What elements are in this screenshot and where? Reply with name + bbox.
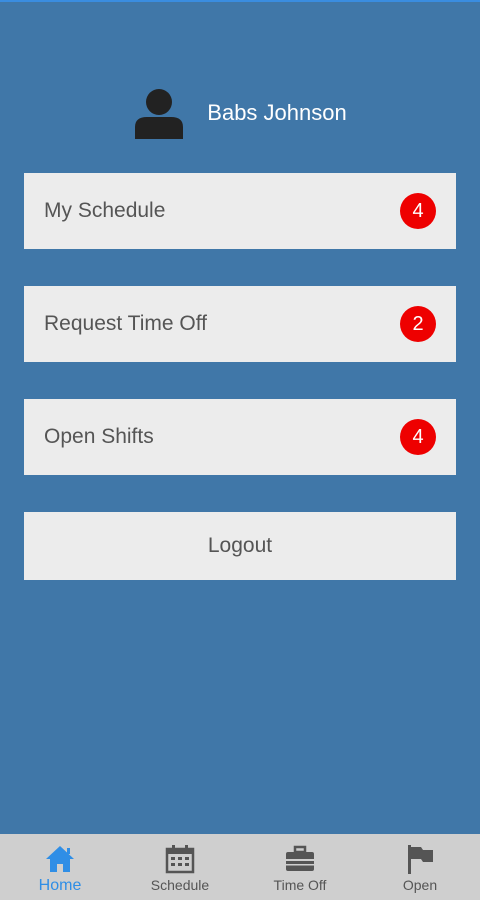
request-time-off-button[interactable]: Request Time Off 2 <box>24 286 456 362</box>
nav-open-label: Open <box>402 877 438 893</box>
avatar-icon <box>135 89 184 139</box>
bottom-navigation: Home Schedule Time Off Open <box>0 834 480 900</box>
flag-icon <box>408 845 433 874</box>
user-name: Babs Johnson <box>207 100 347 125</box>
nav-schedule[interactable]: Schedule <box>120 834 240 900</box>
briefcase-icon <box>286 845 314 871</box>
nav-open[interactable]: Open <box>360 834 480 900</box>
calendar-icon <box>165 845 195 874</box>
count-badge: 4 <box>400 193 436 229</box>
my-schedule-button[interactable]: My Schedule 4 <box>24 173 456 249</box>
count-badge: 2 <box>400 306 436 342</box>
home-icon <box>46 846 74 872</box>
user-profile: Babs Johnson <box>0 86 480 140</box>
logout-button[interactable]: Logout <box>24 512 456 580</box>
menu-label: Open Shifts <box>44 425 154 448</box>
nav-home[interactable]: Home <box>0 834 120 900</box>
nav-time-off-label: Time Off <box>273 877 327 893</box>
nav-schedule-label: Schedule <box>150 877 210 893</box>
nav-time-off[interactable]: Time Off <box>240 834 360 900</box>
logout-label: Logout <box>207 534 273 557</box>
menu-label: My Schedule <box>44 199 166 222</box>
open-shifts-button[interactable]: Open Shifts 4 <box>24 399 456 475</box>
top-accent-line <box>0 0 480 2</box>
nav-home-label: Home <box>38 877 82 894</box>
count-badge: 4 <box>400 419 436 455</box>
menu-label: Request Time Off <box>44 312 208 335</box>
